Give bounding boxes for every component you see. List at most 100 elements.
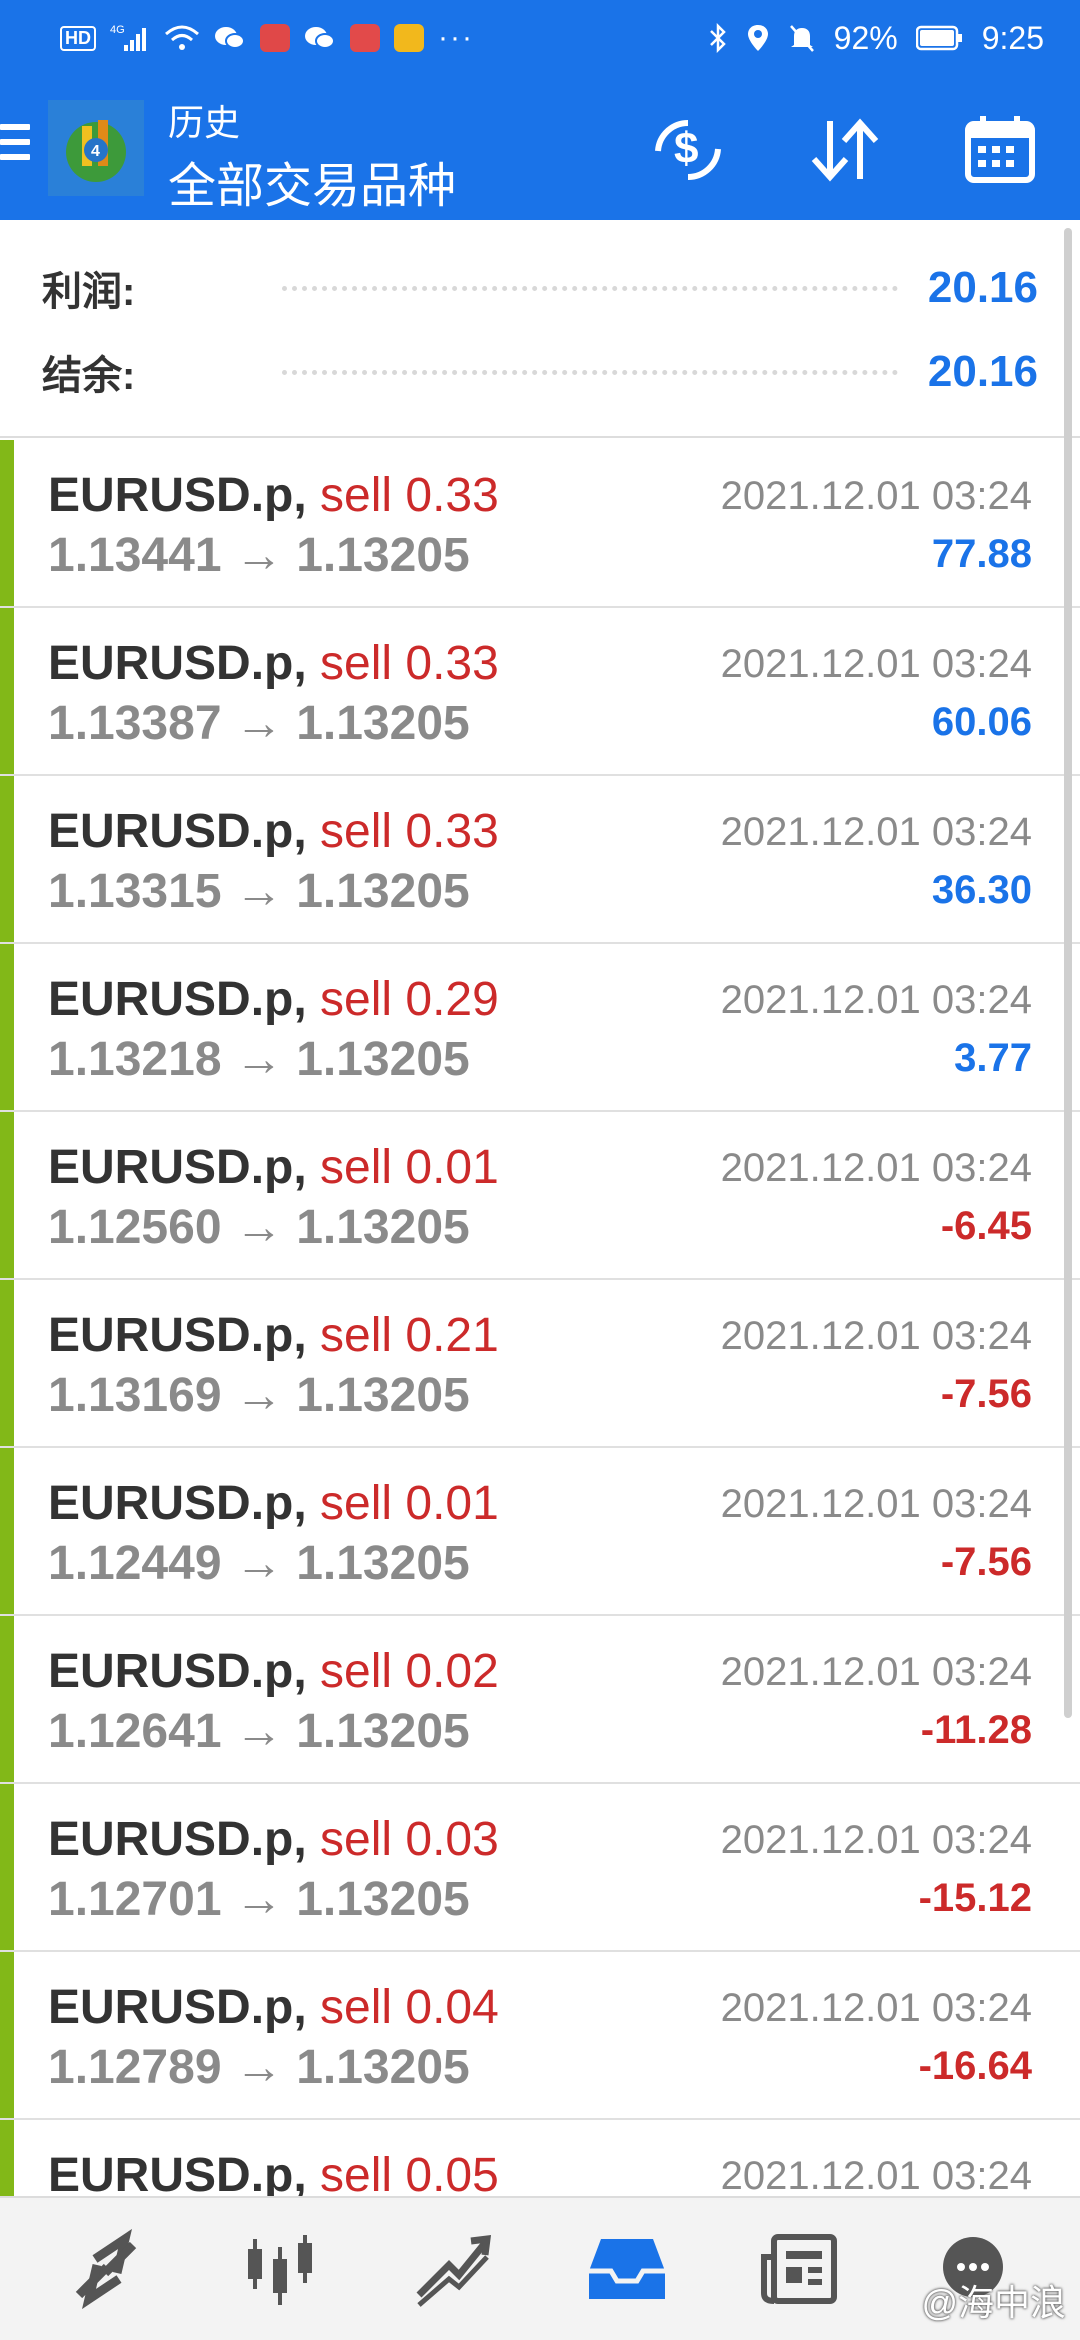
trade-row[interactable]: EURUSD.p, sell 0.33 1.13441 → 1.13205 2021… (0, 440, 1080, 608)
trade-type-volume: sell 0.01 (320, 1141, 499, 1194)
open-price: 1.12641 (48, 1705, 222, 1758)
close-price: 1.13205 (296, 865, 470, 918)
trade-time: 2021.12.01 03:24 (720, 1314, 1032, 1358)
scrollbar[interactable] (1064, 228, 1072, 1718)
chart-candles-icon[interactable] (225, 2214, 335, 2324)
calendar-icon[interactable] (960, 110, 1040, 190)
trade-time: 2021.12.01 03:24 (720, 642, 1032, 686)
dotted-leader (282, 285, 898, 291)
svg-text:$: $ (674, 124, 698, 173)
arrow-icon: → (234, 1705, 283, 1758)
metatrader-logo-icon[interactable]: 4 (48, 100, 144, 196)
clock: 9:25 (981, 19, 1044, 56)
trade-prices: 1.12449 → 1.13205 (48, 1536, 470, 1591)
trade-row[interactable]: EURUSD.p, sell 0.33 1.13315 → 1.13205 2021… (0, 776, 1080, 944)
open-price: 1.13169 (48, 1369, 222, 1422)
trade-profit: 60.06 (931, 700, 1032, 744)
close-price: 1.13205 (296, 1537, 470, 1590)
trade-prices: 1.13315 → 1.13205 (48, 864, 470, 919)
trade-time: 2021.12.01 03:24 (720, 1986, 1032, 2030)
trade-row[interactable]: EURUSD.p, sell 0.29 1.13218 → 1.13205 2021… (0, 944, 1080, 1112)
mail-icon (394, 24, 424, 52)
summary-panel: 利润: 20.16 结余: 20.16 (0, 220, 1080, 438)
close-price: 1.13205 (296, 1369, 470, 1422)
close-price: 1.13205 (296, 1033, 470, 1086)
open-price: 1.13218 (48, 1033, 222, 1086)
trade-row[interactable]: EURUSD.p, sell 0.01 1.12560 → 1.13205 2021… (0, 1112, 1080, 1280)
wechat-icon (214, 24, 246, 52)
arrow-icon: → (234, 1369, 283, 1422)
arrow-icon: → (234, 1537, 283, 1590)
trade-title: EURUSD.p, sell 0.33 (48, 636, 499, 691)
svg-text:4G: 4G (110, 24, 125, 36)
quotes-icon[interactable] (52, 2214, 162, 2324)
trade-history-list[interactable]: EURUSD.p, sell 0.33 1.13441 → 1.13205 2021… (0, 440, 1080, 2196)
trade-time: 2021.12.01 03:24 (720, 474, 1032, 518)
close-price: 1.13205 (296, 2041, 470, 2094)
arrow-icon: → (234, 1201, 283, 1254)
bottom-navigation (0, 2196, 1080, 2340)
trade-row[interactable]: EURUSD.p, sell 0.05 2021.12.01 03:24 (0, 2120, 1080, 2196)
sort-icon[interactable] (804, 110, 884, 190)
svg-text:4: 4 (91, 143, 100, 160)
trade-title: EURUSD.p, sell 0.01 (48, 1140, 499, 1195)
trade-symbol: EURUSD.p, (48, 1813, 307, 1866)
signal-icon: 4G (110, 23, 150, 53)
history-icon[interactable] (572, 2214, 682, 2324)
trade-type-volume: sell 0.33 (320, 637, 499, 690)
bluetooth-icon (708, 23, 728, 53)
trade-type-volume: sell 0.02 (320, 1645, 499, 1698)
trade-icon[interactable] (398, 2214, 508, 2324)
status-bar: HD 4G ··· 92% 9:25 (0, 0, 1080, 76)
trade-row[interactable]: EURUSD.p, sell 0.02 1.12641 → 1.13205 2021… (0, 1616, 1080, 1784)
trade-prices: 1.13441 → 1.13205 (48, 528, 470, 583)
profit-label: 利润: (42, 270, 136, 314)
trade-time: 2021.12.01 03:24 (720, 978, 1032, 1022)
close-price: 1.13205 (296, 1705, 470, 1758)
trade-row[interactable]: EURUSD.p, sell 0.01 1.12449 → 1.13205 2021… (0, 1448, 1080, 1616)
trade-profit: -16.64 (918, 2044, 1032, 2088)
trade-type-volume: sell 0.21 (320, 1309, 499, 1362)
trade-profit: -15.12 (918, 1876, 1032, 1920)
close-price: 1.13205 (296, 697, 470, 750)
trade-title: EURUSD.p, sell 0.05 (48, 2148, 499, 2196)
trade-title: EURUSD.p, sell 0.33 (48, 468, 499, 523)
trade-type-volume: sell 0.05 (320, 2149, 499, 2196)
open-price: 1.12789 (48, 2041, 222, 2094)
trade-profit: 3.77 (954, 1036, 1032, 1080)
battery-percent: 92% (833, 19, 898, 56)
symbol-filter[interactable]: 全部交易品种 (168, 146, 456, 216)
trade-time: 2021.12.01 03:24 (720, 1146, 1032, 1190)
close-price: 1.13205 (296, 1873, 470, 1926)
news-icon[interactable] (745, 2214, 855, 2324)
arrow-icon: → (234, 529, 283, 582)
menu-icon[interactable] (0, 124, 30, 170)
trade-row[interactable]: EURUSD.p, sell 0.04 1.12789 → 1.13205 2021… (0, 1952, 1080, 2120)
trade-profit: -11.28 (920, 1708, 1032, 1752)
balance-label: 结余: (42, 354, 136, 398)
profit-row: 利润: 20.16 (42, 258, 1038, 318)
close-price: 1.13205 (296, 1201, 470, 1254)
trade-type-volume: sell 0.03 (320, 1813, 499, 1866)
open-price: 1.12701 (48, 1873, 222, 1926)
watermark: @海中浪 (921, 2282, 1066, 2323)
trade-type-volume: sell 0.04 (320, 1981, 499, 2034)
trade-symbol: EURUSD.p, (48, 1645, 307, 1698)
open-price: 1.13441 (48, 529, 222, 582)
trade-symbol: EURUSD.p, (48, 1141, 307, 1194)
huawei-app-icon (350, 24, 380, 52)
dotted-leader (282, 369, 898, 375)
trade-symbol: EURUSD.p, (48, 1981, 307, 2034)
trade-title: EURUSD.p, sell 0.01 (48, 1476, 499, 1531)
trade-prices: 1.12789 → 1.13205 (48, 2040, 470, 2095)
trade-row[interactable]: EURUSD.p, sell 0.21 1.13169 → 1.13205 2021… (0, 1280, 1080, 1448)
trade-time: 2021.12.01 03:24 (720, 810, 1032, 854)
trade-row[interactable]: EURUSD.p, sell 0.33 1.13387 → 1.13205 2021… (0, 608, 1080, 776)
arrow-icon: → (234, 2041, 283, 2094)
currency-exchange-icon[interactable]: $ (648, 110, 728, 190)
trade-row[interactable]: EURUSD.p, sell 0.03 1.12701 → 1.13205 2021… (0, 1784, 1080, 1952)
trade-prices: 1.12560 → 1.13205 (48, 1200, 470, 1255)
trade-type-volume: sell 0.29 (320, 973, 499, 1026)
trade-title: EURUSD.p, sell 0.21 (48, 1308, 499, 1363)
more-notifications: ··· (438, 21, 474, 54)
